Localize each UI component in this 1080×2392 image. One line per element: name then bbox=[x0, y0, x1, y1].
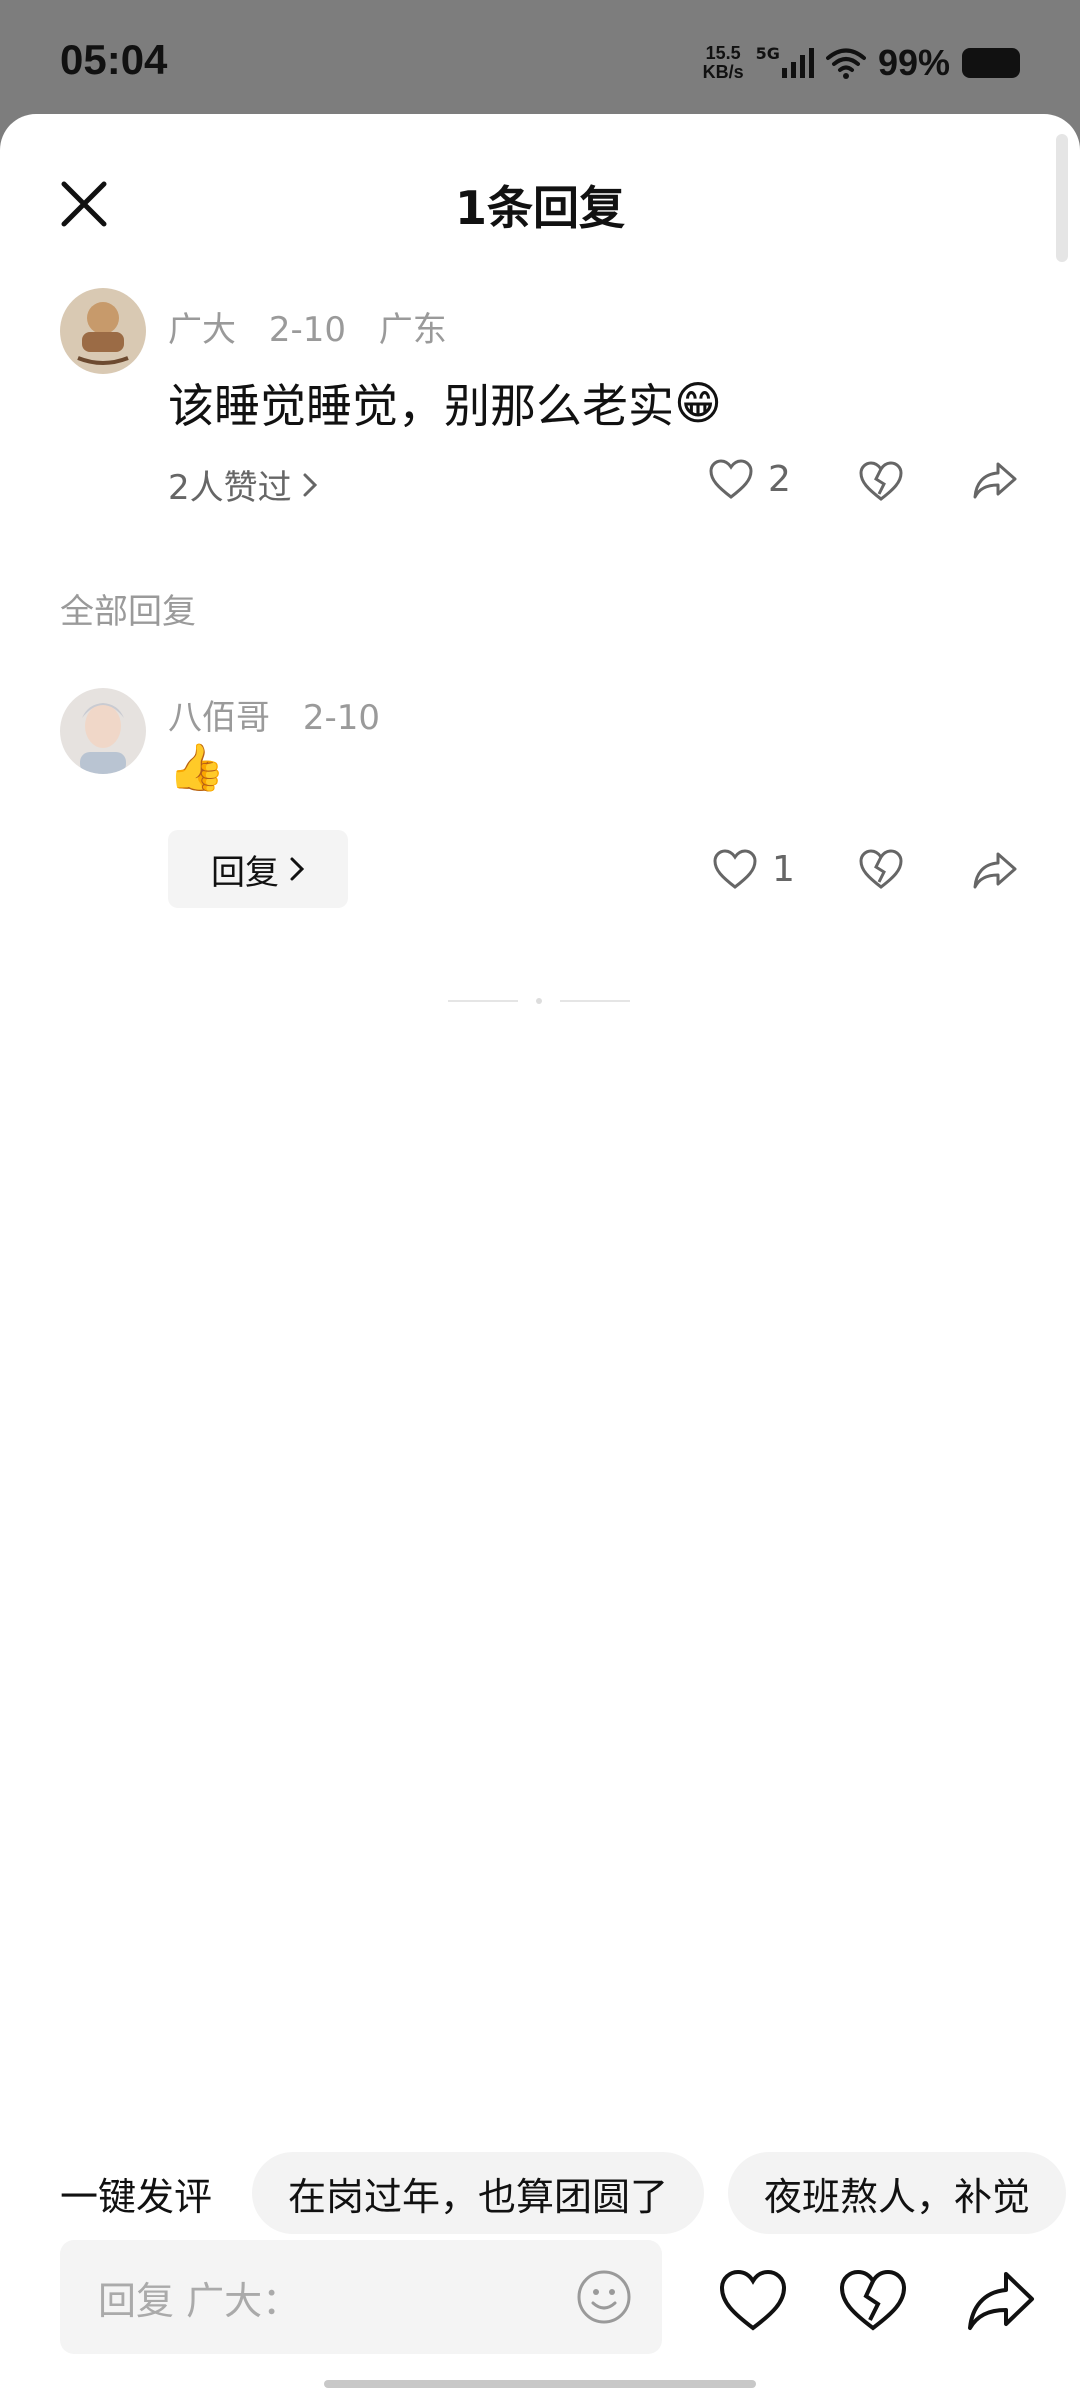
reply-input-placeholder: 回复 广大： bbox=[98, 2278, 301, 2323]
like-count: 1 bbox=[772, 848, 795, 890]
avatar[interactable] bbox=[60, 688, 146, 774]
quick-comment-label: 一键发评 bbox=[60, 2174, 213, 2219]
end-of-list-marker bbox=[448, 998, 630, 1004]
replies-section-label: 全部回复 bbox=[60, 592, 196, 632]
signal-icon bbox=[781, 48, 814, 78]
share-icon[interactable] bbox=[966, 2268, 1036, 2332]
share-icon[interactable] bbox=[972, 850, 1018, 890]
reply-meta: 八佰哥 2-10 bbox=[168, 690, 402, 739]
emoji-icon[interactable] bbox=[576, 2269, 632, 2325]
heart-icon bbox=[713, 849, 757, 889]
status-indicators: 15.5 KB/s 5G 99% bbox=[703, 38, 1020, 88]
dislike-icon[interactable] bbox=[858, 460, 904, 502]
reply-text: 👍 bbox=[168, 740, 225, 795]
battery-icon bbox=[962, 48, 1020, 78]
wifi-icon bbox=[825, 48, 866, 79]
reply-input[interactable]: 回复 广大： bbox=[60, 2240, 662, 2354]
comment-location: 广东 bbox=[378, 310, 447, 350]
dislike-icon[interactable] bbox=[858, 848, 904, 890]
like-button[interactable]: 1 bbox=[712, 848, 795, 890]
status-time: 05:04 bbox=[60, 36, 168, 83]
chevron-right-icon bbox=[290, 857, 305, 881]
avatar[interactable] bbox=[60, 288, 146, 374]
chevron-right-icon bbox=[303, 473, 317, 496]
likers-link[interactable]: 2人赞过 bbox=[168, 460, 318, 509]
share-icon[interactable] bbox=[972, 460, 1018, 500]
reply-sheet: 1条回复 广大 2-10 广东 该睡觉睡觉，别那么老实 😁 2人赞过 2 全部回… bbox=[0, 114, 1080, 2392]
comment-date: 2-10 bbox=[268, 310, 346, 350]
quick-comments: 一键发评 在岗过年，也算团圆了 夜班熬人，补觉 bbox=[0, 2152, 1080, 2234]
comment-meta: 广大 2-10 广东 bbox=[168, 302, 469, 351]
author-name[interactable]: 广大 bbox=[168, 310, 236, 350]
comment-text: 该睡觉睡觉，别那么老实 😁 bbox=[168, 376, 722, 433]
network-type: 5G bbox=[755, 43, 780, 63]
like-count: 2 bbox=[768, 458, 791, 500]
sheet-title: 1条回复 bbox=[454, 181, 625, 235]
dislike-icon[interactable] bbox=[838, 2268, 908, 2332]
reply-button[interactable]: 回复 bbox=[168, 830, 348, 908]
heart-icon bbox=[709, 459, 753, 499]
quick-comment-chip[interactable]: 在岗过年，也算团圆了 bbox=[252, 2152, 705, 2234]
network-speed: 15.5 KB/s bbox=[702, 43, 744, 82]
quick-comment-chip[interactable]: 夜班熬人，补觉 bbox=[728, 2152, 1067, 2234]
grin-emoji: 😁 bbox=[674, 376, 722, 430]
battery-percent: 99% bbox=[877, 42, 950, 83]
author-name[interactable]: 八佰哥 bbox=[168, 698, 270, 738]
home-indicator[interactable] bbox=[324, 2380, 756, 2388]
status-bar: 05:04 15.5 KB/s 5G 99% bbox=[0, 0, 1080, 115]
thumbs-up-emoji: 👍 bbox=[168, 740, 226, 794]
heart-icon[interactable] bbox=[718, 2268, 788, 2332]
reply-date: 2-10 bbox=[302, 698, 380, 738]
like-button[interactable]: 2 bbox=[708, 458, 791, 500]
